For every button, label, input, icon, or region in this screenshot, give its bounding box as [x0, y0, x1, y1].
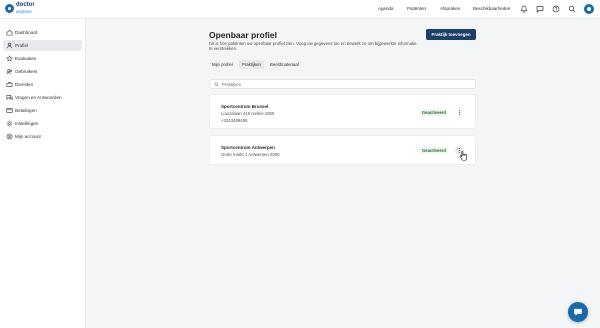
page-title: Openbaar profiel — [209, 30, 278, 40]
sidebar-item-betalingen[interactable]: Betalingen — [3, 105, 82, 116]
briefcase-icon — [6, 81, 13, 88]
nav-patients[interactable]: Patiënten — [407, 6, 426, 11]
sidebar-item-label: Diensten — [15, 82, 34, 87]
sidebar-item-account[interactable]: Mijn account — [3, 131, 82, 142]
sidebar-item-instellingen[interactable]: Instellingen — [3, 118, 82, 129]
brand-sub: anytime — [16, 9, 32, 14]
tab-mijn-profiel[interactable]: Mijn profiel — [209, 60, 236, 69]
sidebar: Dashboard Profiel Evaluaties Gebruikers … — [0, 19, 86, 328]
search-bar — [209, 79, 476, 89]
sidebar-item-dashboard[interactable]: Dashboard — [3, 27, 82, 38]
sidebar-item-label: Gebruikers — [15, 69, 38, 74]
tab-beeldmateriaal[interactable]: Beeldmateriaal — [267, 60, 302, 69]
page-description: Dit is hoe patiënten uw openbaar profiel… — [209, 41, 417, 52]
nav-agenda[interactable]: Agenda — [378, 6, 394, 11]
sidebar-item-gebruikers[interactable]: Gebruikers — [3, 66, 82, 77]
help-icon[interactable] — [552, 5, 560, 13]
brand-logo[interactable]: doctor anytime — [5, 2, 35, 17]
account-icon[interactable] — [584, 4, 594, 14]
practice-name: Sportcentrum Antwerpen — [221, 145, 275, 150]
sidebar-item-label: Dashboard — [15, 30, 38, 35]
logo-icon — [5, 4, 14, 13]
brand-name: doctor — [16, 2, 35, 8]
practice-address: Louizalaan 416 Ixelles 1050 — [221, 111, 275, 116]
practice-name: Sportcentrum Brussel — [221, 104, 269, 109]
bell-icon[interactable] — [520, 5, 528, 13]
sidebar-item-evaluaties[interactable]: Evaluaties — [3, 53, 82, 64]
nav-availability[interactable]: Beschikbaarheden — [473, 6, 510, 11]
search-icon[interactable] — [568, 5, 576, 13]
sidebar-item-vragen[interactable]: Vragen en Antwoorden — [3, 92, 82, 103]
tab-praktijken[interactable]: Praktijken — [239, 60, 264, 69]
kebab-dot — [459, 112, 461, 114]
add-practice-button[interactable]: Praktijk toevoegen — [426, 29, 476, 40]
search-icon — [214, 82, 219, 87]
status-badge: Geactiveerd — [420, 109, 448, 116]
mouse-cursor-icon — [459, 148, 468, 161]
kebab-dot — [459, 114, 461, 116]
sidebar-item-label: Vragen en Antwoorden — [15, 95, 62, 100]
practice-phone: +3243499485 — [221, 118, 248, 123]
sidebar-item-profiel[interactable]: Profiel — [3, 40, 82, 51]
sidebar-item-label: Instellingen — [15, 121, 39, 126]
practice-card: Sportcentrum Antwerpen Grote markt 1 Ant… — [209, 135, 476, 165]
nav-appointments[interactable]: Afspraken — [440, 6, 460, 11]
practice-card: Sportcentrum Brussel Louizalaan 416 Ixel… — [209, 94, 476, 129]
sidebar-item-label: Evaluaties — [15, 56, 37, 61]
kebab-dot — [459, 110, 461, 112]
more-options-button[interactable] — [455, 108, 464, 117]
sidebar-item-label: Betalingen — [15, 108, 37, 113]
sidebar-item-label: Mijn account — [15, 134, 41, 139]
message-icon[interactable] — [536, 5, 544, 13]
top-bar: doctor anytime Agenda Patiënten Afsprake… — [0, 0, 600, 19]
chat-icon — [574, 308, 582, 316]
chat-button[interactable] — [568, 302, 588, 322]
home-icon — [6, 29, 13, 36]
main-content: Openbaar profiel Dit is hoe patiënten uw… — [86, 19, 600, 328]
account-circle-icon — [6, 133, 13, 140]
status-badge: Geactiveerd — [420, 147, 448, 154]
users-icon — [6, 68, 13, 75]
sidebar-item-label: Profiel — [15, 43, 29, 48]
sidebar-item-diensten[interactable]: Diensten — [3, 79, 82, 90]
qa-icon — [6, 94, 13, 101]
search-input[interactable] — [222, 81, 462, 88]
practice-address: Grote markt 1 Antwerpen 2000 — [221, 152, 280, 157]
user-icon — [6, 42, 13, 49]
star-icon — [6, 55, 13, 62]
gear-icon — [6, 120, 13, 127]
card-icon — [6, 107, 13, 114]
